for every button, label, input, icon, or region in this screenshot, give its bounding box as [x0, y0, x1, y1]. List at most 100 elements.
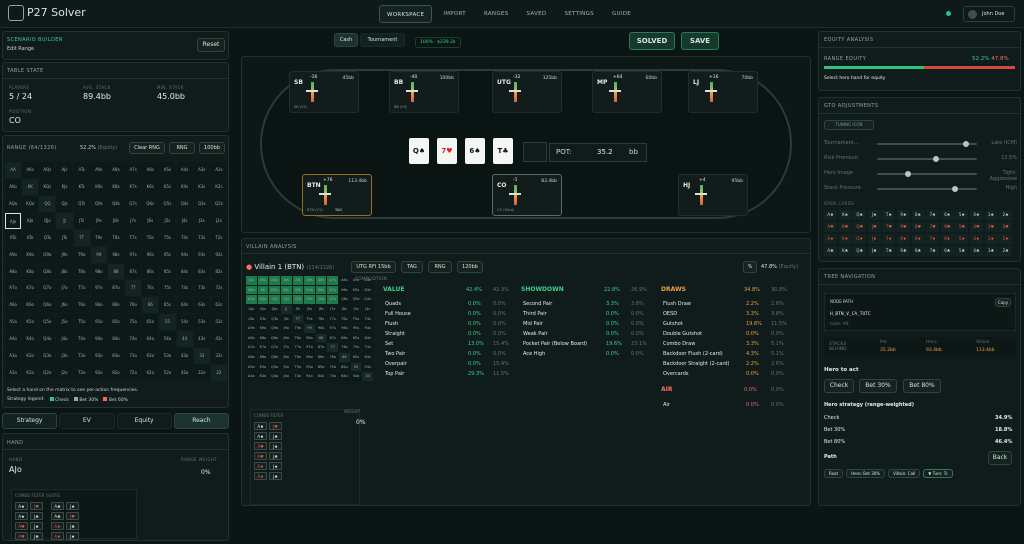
range-cell[interactable]: 55: [159, 314, 176, 331]
villain-combo-chip[interactable]: J♠: [269, 462, 282, 470]
range-cell[interactable]: A2o: [5, 365, 22, 381]
villain-range-cell[interactable]: J4s: [362, 304, 373, 314]
percent-toggle[interactable]: %: [743, 261, 757, 273]
action-check-button[interactable]: Check: [824, 379, 854, 393]
range-cell[interactable]: QTo: [39, 229, 56, 246]
villain-range-cell[interactable]: 54o: [350, 372, 362, 381]
villain-range-cell[interactable]: T9o: [292, 324, 304, 333]
villain-range-cell[interactable]: K6o: [257, 353, 269, 362]
range-cell[interactable]: J2s: [210, 212, 227, 229]
villain-range-cell[interactable]: J9o: [280, 324, 292, 333]
range-cell[interactable]: TT: [73, 229, 90, 246]
back-button[interactable]: Back: [988, 451, 1012, 465]
open-card[interactable]: 4♠: [970, 210, 983, 220]
range-cell[interactable]: 32o: [193, 365, 210, 381]
villain-range-cell[interactable]: 74o: [327, 372, 339, 381]
range-cell[interactable]: Q5o: [39, 314, 56, 331]
villain-range-cell[interactable]: JJ: [280, 304, 292, 314]
range-cell[interactable]: K6s: [142, 178, 159, 195]
open-card[interactable]: A♥: [824, 222, 837, 232]
range-cell[interactable]: Q3o: [39, 348, 56, 365]
combo-chip[interactable]: A♥: [15, 532, 28, 540]
range-cell[interactable]: 54o: [159, 331, 176, 348]
range-cell[interactable]: 84o: [107, 331, 125, 348]
gto-slider[interactable]: [877, 156, 977, 162]
range-cell[interactable]: T7o: [73, 280, 90, 297]
range-cell[interactable]: 87s: [125, 263, 142, 280]
range-cell[interactable]: 63o: [142, 348, 159, 365]
villain-range-cell[interactable]: J7o: [280, 343, 292, 353]
open-card[interactable]: T♦: [882, 234, 896, 244]
combo-chip[interactable]: J♥: [66, 512, 79, 520]
villain-range-cell[interactable]: Q8o: [269, 333, 280, 343]
range-cell[interactable]: 74o: [125, 331, 142, 348]
range-cell[interactable]: 43o: [176, 348, 193, 365]
range-cell[interactable]: 96o: [90, 297, 107, 314]
villain-range-cell[interactable]: A4o: [246, 372, 257, 381]
villain-range-cell[interactable]: A6o: [246, 353, 257, 362]
range-cell[interactable]: KTs: [73, 178, 90, 195]
villain-range-cell[interactable]: A6s: [339, 276, 350, 285]
open-card[interactable]: 5♣: [955, 246, 969, 256]
combo-chip[interactable]: J♣: [66, 522, 79, 530]
open-card[interactable]: 3♠: [984, 210, 998, 220]
range-cell[interactable]: J7o: [56, 280, 73, 297]
range-cell[interactable]: 97s: [125, 246, 142, 263]
range-cell[interactable]: A7s: [125, 162, 142, 178]
villain-range-cell[interactable]: J8o: [280, 333, 292, 343]
villain-range-cell[interactable]: A7o: [246, 343, 257, 353]
open-card[interactable]: 5♦: [955, 234, 969, 244]
range-cell[interactable]: 83s: [193, 263, 210, 280]
villain-range-cell[interactable]: T5o: [292, 362, 304, 372]
villain-style-tag[interactable]: TAG: [401, 261, 423, 273]
range-cell[interactable]: 75o: [125, 314, 142, 331]
range-cell[interactable]: Q3s: [193, 195, 210, 212]
range-cell[interactable]: KJs: [56, 178, 73, 195]
villain-range-cell[interactable]: KK: [257, 285, 269, 295]
range-cell[interactable]: Q2s: [210, 195, 227, 212]
villain-range-cell[interactable]: 65s: [350, 353, 362, 362]
range-cell[interactable]: 74s: [176, 280, 193, 297]
open-card[interactable]: 2♣: [999, 246, 1013, 256]
open-card[interactable]: 4♣: [970, 246, 983, 256]
range-cell[interactable]: J4o: [56, 331, 73, 348]
villain-range-cell[interactable]: 64s: [362, 353, 373, 362]
villain-range-cell[interactable]: QTs: [292, 295, 304, 304]
villain-range-cell[interactable]: 66: [339, 353, 350, 362]
range-cell[interactable]: J9s: [90, 212, 107, 229]
open-card[interactable]: K♥: [838, 222, 852, 232]
villain-range-cell[interactable]: T7s: [327, 314, 339, 324]
range-cell[interactable]: KQo: [22, 195, 39, 212]
nav-tab-guide[interactable]: GUIDE: [605, 5, 638, 23]
range-cell[interactable]: A3s: [193, 162, 210, 178]
range-cell[interactable]: 66: [142, 297, 159, 314]
villain-range-cell[interactable]: Q9s: [304, 295, 315, 304]
villain-range-cell[interactable]: 44: [362, 372, 373, 381]
range-cell[interactable]: 77: [125, 280, 142, 297]
range-cell[interactable]: 88: [107, 263, 125, 280]
tab-reach[interactable]: Reach: [173, 413, 229, 429]
nav-tab-saved[interactable]: SAVED: [519, 5, 553, 23]
combo-chip[interactable]: J♠: [66, 532, 79, 540]
range-cell[interactable]: 76o: [125, 297, 142, 314]
range-cell[interactable]: T6s: [142, 229, 159, 246]
range-cell[interactable]: Q8s: [107, 195, 125, 212]
nav-tab-ranges[interactable]: RANGES: [477, 5, 516, 23]
copy-button[interactable]: Copy: [995, 298, 1011, 307]
range-cell[interactable]: A5s: [159, 162, 176, 178]
villain-range-cell[interactable]: ATo: [246, 314, 257, 324]
villain-range-cell[interactable]: AA: [246, 276, 257, 285]
seat-lj[interactable]: LJ +16 70bb: [688, 71, 758, 113]
nav-tab-import[interactable]: IMPORT: [436, 5, 473, 23]
range-cell[interactable]: 62o: [142, 365, 159, 381]
path-root[interactable]: Root: [824, 469, 844, 478]
villain-range-cell[interactable]: 97o: [304, 343, 315, 353]
tuning-tag[interactable]: TUNING ICON: [824, 120, 874, 130]
villain-range-cell[interactable]: A9o: [246, 324, 257, 333]
villain-range-cell[interactable]: 88: [315, 333, 327, 343]
range-cell[interactable]: A4s: [176, 162, 193, 178]
range-cell[interactable]: AA: [5, 162, 22, 178]
range-cell[interactable]: 75s: [159, 280, 176, 297]
range-cell[interactable]: AKo: [5, 178, 22, 195]
range-cell[interactable]: K8o: [22, 263, 39, 280]
